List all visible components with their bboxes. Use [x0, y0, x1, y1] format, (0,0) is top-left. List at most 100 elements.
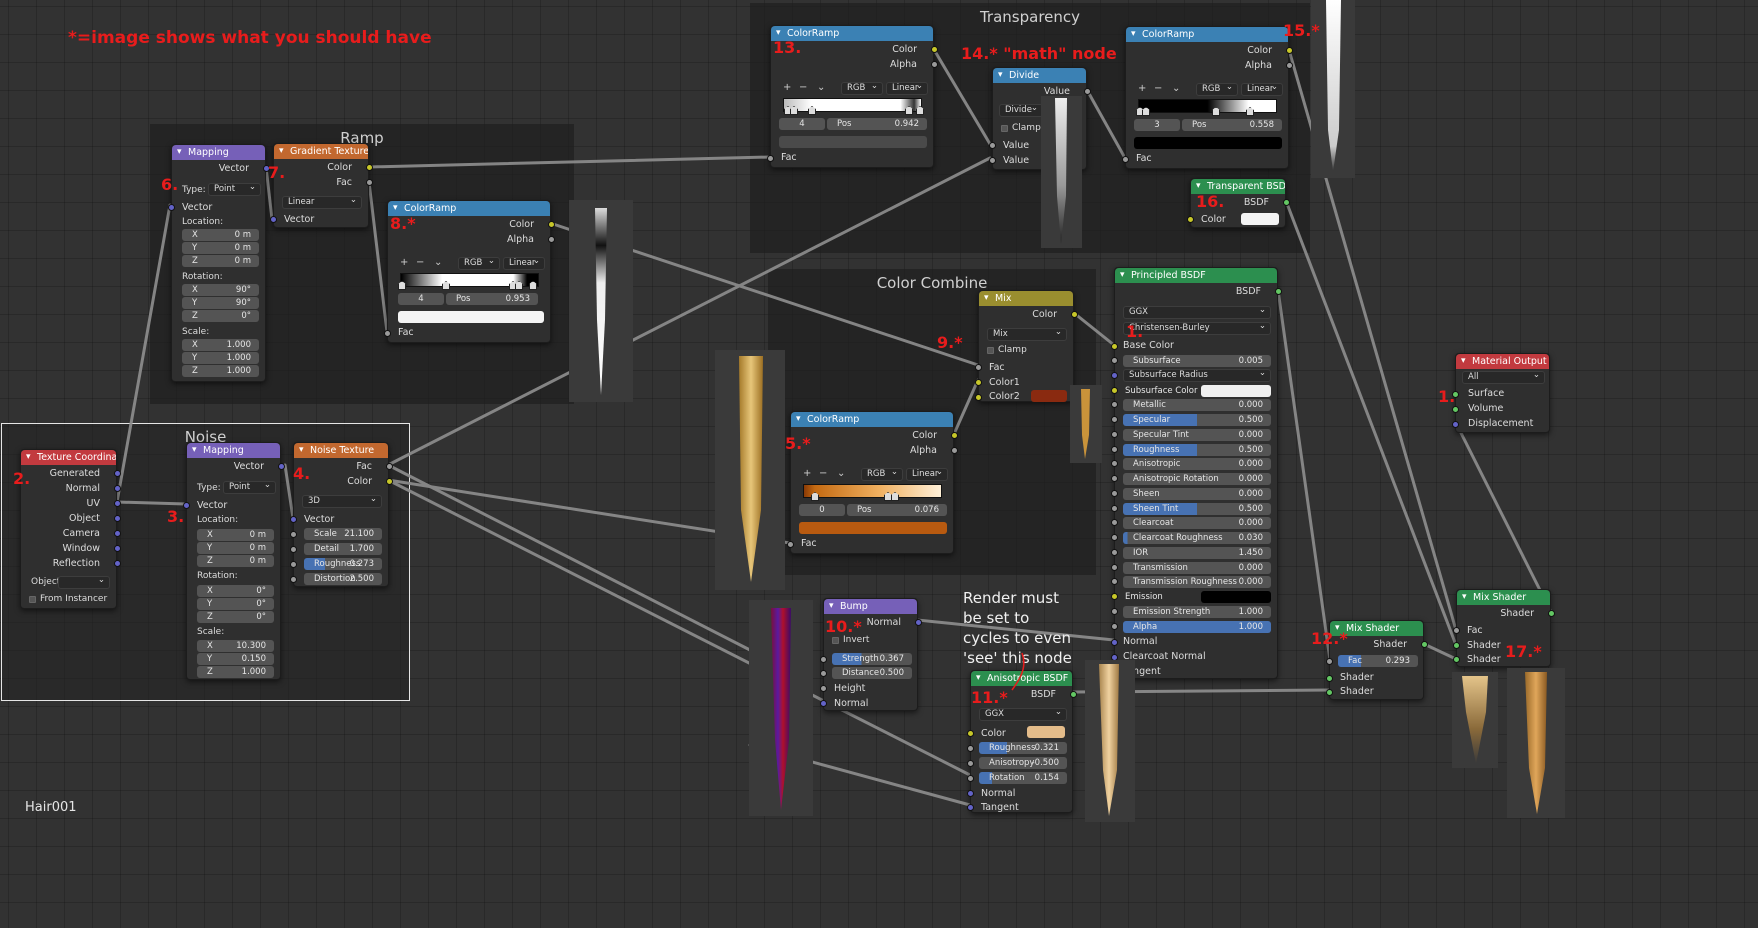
input-socket[interactable]	[1111, 460, 1118, 468]
distance-field[interactable]: Distance 0.500	[832, 667, 912, 679]
value-field[interactable]: Alpha 1.000	[1123, 620, 1271, 633]
ramp-menu-chevron-icon[interactable]: ⌄	[817, 82, 825, 93]
add-stop-button[interactable]: +	[400, 257, 408, 268]
input-socket[interactable]	[1111, 357, 1118, 364]
value-output-socket[interactable]	[1084, 88, 1091, 95]
socket-window[interactable]	[114, 545, 121, 552]
fac-input-socket[interactable]	[384, 330, 391, 337]
value-field[interactable]: IOR 1.450	[1123, 546, 1271, 559]
scale-socket[interactable]	[290, 531, 297, 538]
scale-x-field[interactable]: X 10.300	[197, 640, 274, 652]
node-header[interactable]: Texture Coordinate	[21, 450, 116, 465]
input-socket[interactable]	[1111, 445, 1118, 453]
rotation-socket[interactable]	[967, 775, 974, 782]
type-dropdown[interactable]: Point	[223, 480, 276, 494]
fac-input-socket[interactable]	[767, 155, 774, 162]
value-field[interactable]: Roughness 0.500	[1123, 443, 1271, 456]
color-input-socket[interactable]	[967, 730, 974, 737]
fac-input-socket[interactable]	[787, 541, 794, 548]
node-header[interactable]: Divide	[993, 68, 1086, 83]
stop-color-swatch[interactable]	[799, 522, 947, 534]
socket-generated[interactable]	[114, 470, 121, 477]
alpha-output-socket[interactable]	[931, 61, 938, 68]
vector-input-socket[interactable]	[270, 216, 277, 223]
input-socket[interactable]	[1111, 475, 1118, 482]
stop-color-swatch[interactable]	[779, 136, 927, 148]
node-header[interactable]: Mapping	[172, 145, 265, 160]
fac-input-socket[interactable]	[1326, 658, 1333, 665]
remove-stop-button[interactable]: −	[416, 257, 424, 268]
input-socket[interactable]	[1111, 504, 1118, 512]
distribution-dropdown[interactable]: GGX	[979, 707, 1067, 721]
rotation-x-field[interactable]: X 90°	[182, 284, 259, 296]
scale-y-field[interactable]: Y 1.000	[182, 352, 259, 364]
scale-y-field[interactable]: Y 0.150	[197, 653, 274, 665]
location-y-field[interactable]: Y0 m	[182, 242, 259, 254]
color-swatch[interactable]	[1027, 726, 1065, 738]
color-row[interactable]: Emission	[1123, 591, 1271, 603]
colorramp-node-15[interactable]: ColorRamp Color Alpha + − ⌄ RGB Linear 3…	[1122, 26, 1293, 169]
fac-field[interactable]: Fac 0.293	[1338, 655, 1418, 667]
detail-socket[interactable]	[290, 546, 297, 553]
stop-position-field[interactable]: Pos 0.942	[827, 118, 927, 130]
scale-z-field[interactable]: Z 1.000	[197, 666, 274, 678]
color-mode-dropdown[interactable]: RGB	[458, 256, 500, 270]
alpha-output-socket[interactable]	[1286, 62, 1293, 69]
fac-output-socket[interactable]	[366, 179, 373, 186]
bump-node[interactable]: Bump Normal Invert Strength0.367 Distanc…	[820, 598, 922, 711]
input-socket[interactable]	[1111, 548, 1118, 556]
input-socket[interactable]	[1111, 430, 1118, 438]
colorramp-node-5[interactable]: ColorRamp Color Alpha + − ⌄ RGB Linear 0…	[787, 411, 958, 554]
vector-input-socket[interactable]	[168, 204, 175, 211]
from-instancer-checkbox[interactable]	[29, 596, 36, 603]
color-mode-dropdown[interactable]: RGB	[861, 467, 903, 481]
input-socket[interactable]	[1111, 371, 1118, 379]
bsdf-output-socket[interactable]	[1070, 691, 1077, 698]
interpolation-dropdown[interactable]: Linear	[886, 81, 928, 95]
scale-z-field[interactable]: Z 1.000	[182, 365, 259, 377]
color-mode-dropdown[interactable]: RGB	[1196, 82, 1238, 96]
active-stop-index[interactable]: 0	[799, 504, 845, 516]
stop-color-swatch[interactable]	[1134, 137, 1282, 149]
socket-object[interactable]	[114, 515, 121, 522]
height-socket[interactable]	[820, 685, 827, 692]
fac-input-socket[interactable]	[975, 364, 982, 371]
rotation-z-field[interactable]: Z 0°	[197, 611, 274, 623]
gradient-type-dropdown[interactable]: Linear	[282, 195, 362, 209]
subsurface-radius-dropdown[interactable]: Subsurface Radius	[1123, 368, 1271, 382]
color-output-socket[interactable]	[366, 164, 373, 171]
input-socket[interactable]	[1111, 534, 1118, 541]
shader-output-socket[interactable]	[1548, 610, 1555, 617]
node-header[interactable]: Mix Shader	[1457, 590, 1550, 605]
displacement-socket[interactable]	[1452, 421, 1459, 428]
input-socket[interactable]	[1111, 578, 1118, 586]
fac-input-socket[interactable]	[1122, 156, 1129, 163]
node-header[interactable]: Mix	[979, 291, 1073, 306]
input-socket[interactable]	[1111, 563, 1118, 571]
normal-input-socket[interactable]	[967, 790, 974, 797]
location-z-field[interactable]: Z0 m	[197, 555, 274, 567]
value-field[interactable]: Anisotropic 0.000	[1123, 458, 1271, 471]
shader-output-socket[interactable]	[1421, 641, 1428, 648]
remove-stop-button[interactable]: −	[819, 468, 827, 479]
blend-mode-dropdown[interactable]: Mix	[987, 327, 1067, 341]
operation-dropdown[interactable]: Divide	[999, 103, 1043, 117]
mix-rgb-node[interactable]: Mix Color Mix Clamp Fac Color1 Color2	[975, 290, 1078, 402]
distribution-dropdown[interactable]: GGX	[1123, 305, 1271, 319]
color-output-socket[interactable]	[951, 432, 958, 439]
roughness-socket[interactable]	[290, 561, 297, 568]
input-socket[interactable]	[1111, 489, 1118, 497]
active-stop-index[interactable]: 3	[1134, 119, 1180, 131]
mapping-node-ramp[interactable]: Mapping Vector Type: Point Vector Locati…	[168, 144, 270, 382]
color-output-socket[interactable]	[931, 46, 938, 53]
color-row[interactable]: Subsurface Color	[1123, 384, 1271, 397]
tangent-input-socket[interactable]	[967, 804, 974, 811]
value-field[interactable]: Specular Tint 0.000	[1123, 428, 1271, 441]
node-header[interactable]: ColorRamp	[1126, 27, 1288, 42]
color-mode-dropdown[interactable]: RGB	[841, 81, 883, 95]
value-input-socket-2[interactable]	[989, 157, 996, 164]
alpha-output-socket[interactable]	[548, 236, 555, 243]
bsdf-output-socket[interactable]	[1275, 288, 1282, 295]
color2-swatch[interactable]	[1031, 390, 1067, 402]
input-socket[interactable]	[1111, 401, 1118, 409]
